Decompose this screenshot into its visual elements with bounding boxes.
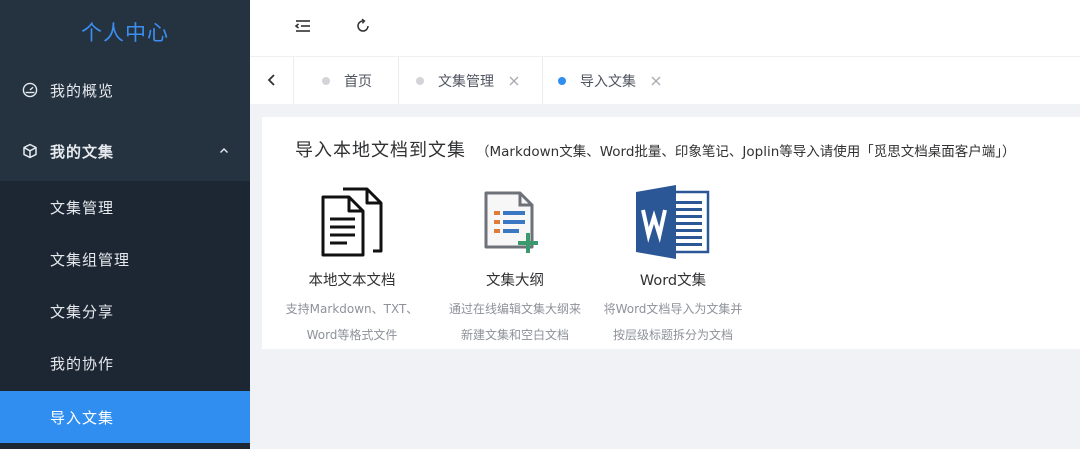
sidebar-item-overview[interactable]: 我的概览 (0, 64, 250, 116)
chevron-left-icon (266, 72, 278, 91)
tabs-bar: 首页 文集管理 导入文集 (250, 56, 1080, 105)
import-option-desc: 通过在线编辑文集大纲来 新建文集和空白文档 (430, 296, 600, 348)
tabs-back-button[interactable] (250, 57, 294, 105)
refresh-button[interactable] (350, 15, 376, 41)
import-option-desc-line: 新建文集和空白文档 (460, 328, 569, 342)
tab-label: 首页 (344, 74, 372, 90)
top-toolbar (250, 0, 1080, 56)
sidebar-item-label: 我的概览 (50, 81, 115, 100)
page-title-text: 导入本地文档到文集 (295, 140, 466, 161)
import-option-desc-line: 支持Markdown、TXT、 (285, 302, 419, 316)
import-option-desc-line: 通过在线编辑文集大纲来 (448, 302, 581, 316)
sidebar-subitem-collaboration[interactable]: 我的协作 (0, 337, 250, 389)
cube-icon (22, 143, 38, 159)
page-title: 导入本地文档到文集 （Markdown文集、Word批量、印象笔记、Joplin等… (295, 136, 1016, 162)
outline-add-icon (430, 183, 600, 261)
gauge-icon (22, 82, 38, 98)
sidebar-title: 个人中心 (81, 21, 169, 45)
tab-label: 文集管理 (438, 74, 494, 90)
tab-status-dot (558, 77, 566, 85)
tab-import-collection[interactable]: 导入文集 (543, 57, 678, 105)
sidebar-subitem-group-manage[interactable]: 文集组管理 (0, 233, 250, 285)
import-option-local-docs[interactable]: 本地文本文档 支持Markdown、TXT、 Word等格式文件 (267, 183, 437, 348)
collapse-menu-button[interactable] (290, 15, 316, 41)
import-option-label: 本地文本文档 (308, 273, 396, 289)
sidebar-subitem-collection-manage[interactable]: 文集管理 (0, 181, 250, 233)
close-icon[interactable] (508, 75, 520, 87)
import-option-label: Word文集 (639, 273, 707, 289)
refresh-icon (355, 18, 371, 38)
tab-status-dot (416, 77, 424, 85)
import-option-desc-line: Word等格式文件 (306, 328, 398, 342)
sidebar-subitem-import[interactable]: 导入文集 (0, 391, 250, 443)
import-option-outline[interactable]: 文集大纲 通过在线编辑文集大纲来 新建文集和空白文档 (430, 183, 600, 348)
documents-icon (267, 183, 437, 261)
tab-collection-manage[interactable]: 文集管理 (399, 57, 543, 105)
import-card: 导入本地文档到文集 （Markdown文集、Word批量、印象笔记、Joplin等… (262, 117, 1080, 349)
import-option-desc: 将Word文档导入为文集并 按层级标题拆分为文档 (588, 296, 758, 348)
page-note: （Markdown文集、Word批量、印象笔记、Joplin等导入请使用「觅思文… (476, 144, 1016, 160)
import-option-label: 文集大纲 (486, 273, 544, 289)
tab-home[interactable]: 首页 (294, 57, 399, 105)
tab-status-dot (322, 77, 330, 85)
collapse-menu-icon (294, 18, 312, 38)
close-icon[interactable] (650, 75, 662, 87)
tab-label: 导入文集 (580, 74, 636, 90)
chevron-up-icon (218, 143, 230, 161)
sidebar-subitem-share[interactable]: 文集分享 (0, 285, 250, 337)
import-option-word[interactable]: Word文集 将Word文档导入为文集并 按层级标题拆分为文档 (588, 183, 758, 348)
import-option-desc: 支持Markdown、TXT、 Word等格式文件 (267, 296, 437, 348)
word-icon (588, 183, 758, 261)
sidebar-item-collections[interactable]: 我的文集 (0, 125, 250, 177)
import-option-desc-line: 按层级标题拆分为文档 (612, 328, 733, 342)
sidebar-item-label: 我的文集 (50, 142, 115, 161)
import-option-desc-line: 将Word文档导入为文集并 (603, 302, 743, 316)
sidebar: 个人中心 我的概览 我的文集 文集管理 文集组管理 文集分享 我的协作 导入文集 (0, 0, 250, 449)
